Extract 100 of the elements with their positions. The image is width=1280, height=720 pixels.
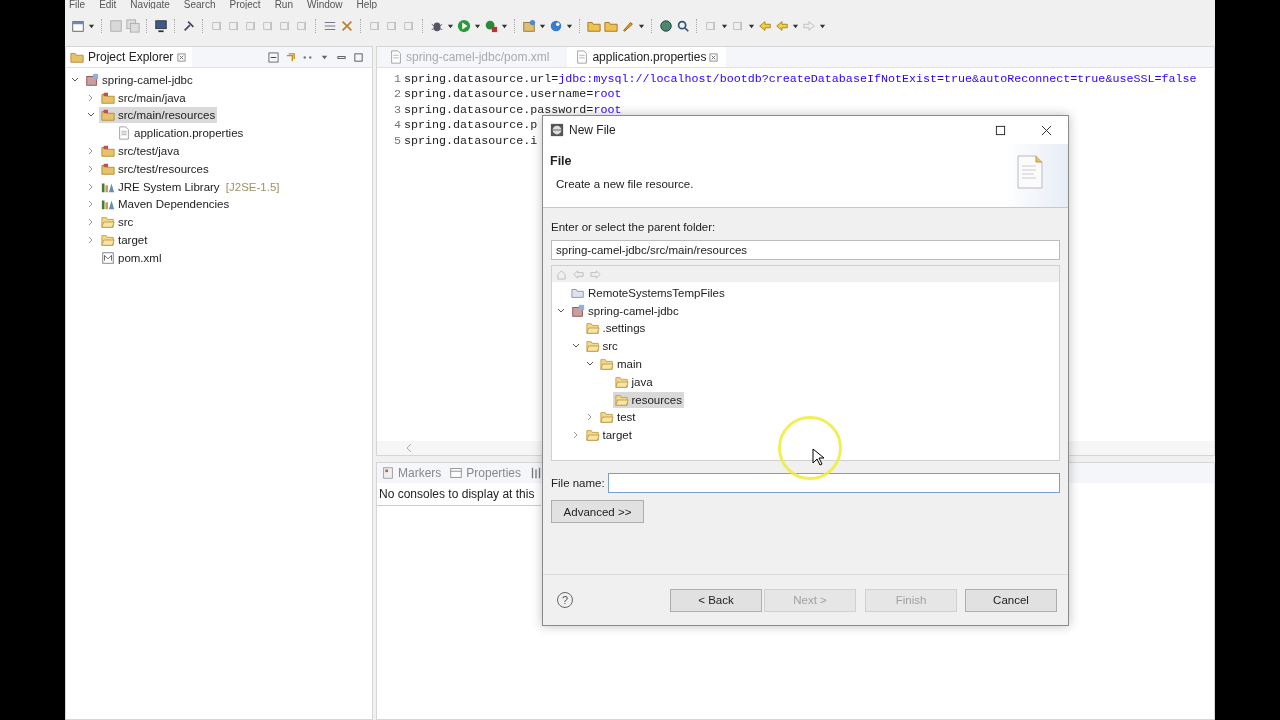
file-icon [117, 126, 131, 141]
code-line: spring.datasource.p [404, 118, 538, 133]
code-line: spring.datasource.password=root [404, 102, 622, 117]
xml-file-icon [101, 250, 115, 265]
monitor-icon[interactable] [154, 19, 168, 33]
properties-icon [449, 466, 464, 480]
file-icon [575, 50, 590, 64]
document-icon [1016, 154, 1044, 190]
link-icon[interactable] [285, 51, 296, 63]
dialog-title: New File [569, 123, 616, 137]
caret-icon[interactable] [447, 22, 454, 30]
tree-item[interactable]: .settings [583, 320, 648, 337]
caret-icon[interactable] [638, 22, 645, 30]
tree-item[interactable]: test [598, 409, 638, 426]
field-label: Enter or select the parent folder: [551, 221, 717, 234]
save-all-icon[interactable] [126, 19, 140, 33]
menu-item[interactable]: Search [183, 0, 216, 9]
collapse-all-icon[interactable] [268, 51, 279, 63]
package-folder-icon [101, 108, 115, 123]
markers-icon [381, 466, 395, 480]
menu-item[interactable]: Window [307, 0, 343, 9]
tree-item[interactable]: spring-camel-jdbc [569, 302, 681, 319]
search-icon[interactable] [676, 19, 690, 33]
folder-icon [600, 410, 614, 425]
tree-item[interactable]: java [612, 373, 655, 390]
tree-item[interactable]: src [583, 338, 620, 355]
line-number: 5 [393, 133, 401, 148]
line-number: 2 [393, 87, 401, 102]
folder-icon [101, 233, 115, 248]
caret-icon[interactable] [88, 22, 95, 30]
field-label: File name: [551, 477, 605, 489]
cross-icon[interactable] [340, 19, 354, 33]
tree-item[interactable]: target [583, 427, 634, 444]
caret-icon[interactable] [474, 22, 481, 30]
folder-icon [585, 339, 600, 354]
file-name-field[interactable] [607, 473, 1060, 493]
menu-item[interactable]: Run [274, 0, 293, 9]
caret-icon[interactable] [566, 22, 573, 30]
sphere-icon[interactable] [549, 19, 563, 33]
page-heading: File [550, 154, 573, 168]
caret-icon[interactable] [501, 22, 508, 30]
caret-icon[interactable] [748, 22, 755, 30]
tree-item[interactable]: pom.xml [99, 249, 164, 266]
wizard-button[interactable]: Cancel [965, 588, 1057, 612]
eclipse-icon [550, 123, 564, 137]
code-line: spring.datasource.username=root [404, 87, 622, 102]
package-folder-icon [101, 161, 115, 176]
project-icon [85, 72, 99, 87]
menu-item[interactable]: File [69, 0, 86, 9]
code-line: spring.datasource.i [404, 133, 538, 148]
folder-icon [614, 392, 629, 407]
tree-item[interactable]: src/test/java [99, 143, 182, 160]
folder-icon [600, 357, 614, 372]
package-folder-icon [101, 144, 115, 159]
line-number: 3 [393, 102, 401, 117]
external-tool-icon[interactable] [484, 19, 498, 33]
folder-icon[interactable] [587, 19, 601, 33]
editor-tab[interactable]: application.properties [567, 47, 727, 67]
tree-item[interactable]: target [99, 232, 150, 249]
package-folder-icon [101, 90, 115, 105]
run-icon[interactable] [457, 19, 471, 33]
caret-icon[interactable] [819, 22, 826, 30]
tree-item[interactable]: src/main/resources [99, 107, 218, 124]
advanced-button[interactable]: Advanced >> [551, 500, 644, 523]
tree-item[interactable]: resources [612, 391, 684, 408]
code-line: spring.datasource.url=jdbc:mysql://localhost/bootdb?createDatabaseIfNotExist=true&autoReconnect=true&useSSL=false [404, 71, 1197, 86]
scroll-left-icon[interactable] [405, 443, 413, 453]
maximize-icon[interactable] [995, 124, 1006, 136]
tree-item[interactable]: RemoteSystemsTempFiles [569, 284, 727, 301]
new-window-icon[interactable] [71, 19, 85, 33]
page-description: Create a new file resource. [556, 178, 695, 190]
folder-icon [614, 374, 629, 389]
folder-icon [585, 428, 600, 443]
folder-icon [70, 50, 84, 64]
caret-icon[interactable] [792, 22, 799, 30]
folder-icon [585, 321, 600, 336]
line-number: 4 [393, 118, 401, 133]
parent-folder-field[interactable]: spring-camel-jdbc/src/main/resources [551, 240, 1060, 260]
tree-item[interactable]: spring-camel-jdbc [83, 71, 195, 88]
folder-icon [101, 215, 115, 230]
file-icon [389, 50, 403, 64]
tree-item[interactable]: src [99, 214, 136, 231]
close-icon[interactable] [1041, 124, 1052, 136]
line-number: 1 [393, 71, 401, 86]
view-tab[interactable]: Project Explorer [66, 47, 193, 67]
tree-item[interactable]: main [598, 356, 644, 373]
console-message: No consoles to display at this [377, 483, 541, 506]
tree-item[interactable]: src/test/resources [99, 160, 211, 177]
tree-item[interactable]: JRE System Library [J2SE-1.5] [99, 178, 282, 195]
project-icon [571, 303, 585, 318]
caret-icon[interactable] [721, 22, 728, 30]
list-icon[interactable] [323, 19, 337, 33]
tree-item[interactable]: src/main/java [99, 89, 188, 106]
folder-icon[interactable] [604, 19, 618, 33]
wizard-button[interactable]: < Back [670, 588, 762, 612]
globe-icon[interactable] [659, 19, 673, 33]
menu-item[interactable]: Edit [99, 0, 117, 9]
caret-icon[interactable] [539, 22, 546, 30]
tree-item[interactable]: Maven Dependencies [99, 196, 232, 213]
tree-item[interactable]: application.properties [115, 125, 246, 142]
